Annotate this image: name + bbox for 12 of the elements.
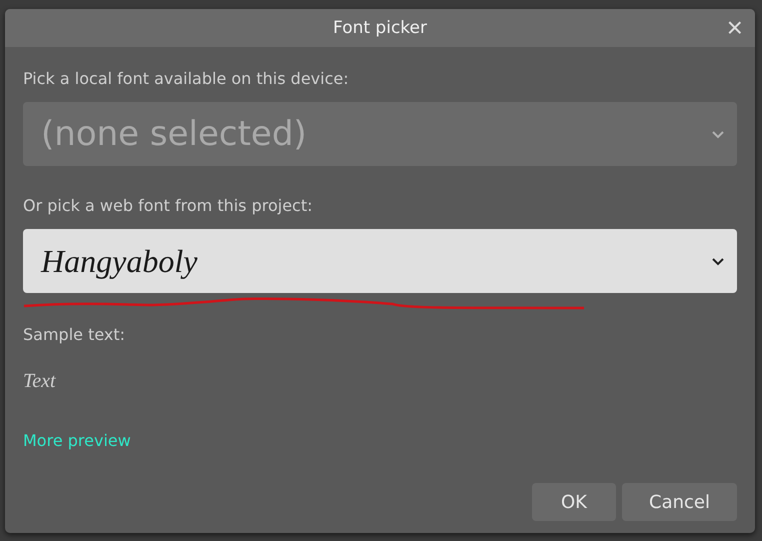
sample-text: Text [23, 370, 56, 393]
dialog-title: Font picker [333, 18, 427, 38]
sample-label: Sample text: [23, 325, 126, 344]
field-label: Or pick a web font from this project: [23, 196, 314, 215]
more-preview-link[interactable]: More preview [23, 431, 131, 450]
chevron-down-icon [711, 129, 725, 139]
chevron-down-icon [711, 256, 725, 266]
cancel-button[interactable]: Cancel [622, 483, 737, 521]
field-label: Pick a local font available on this device: [23, 69, 350, 88]
ok-button[interactable]: OK [532, 483, 616, 521]
font-dropdown[interactable]: Hangyaboly [23, 229, 737, 293]
close-button[interactable]: × [722, 14, 747, 42]
